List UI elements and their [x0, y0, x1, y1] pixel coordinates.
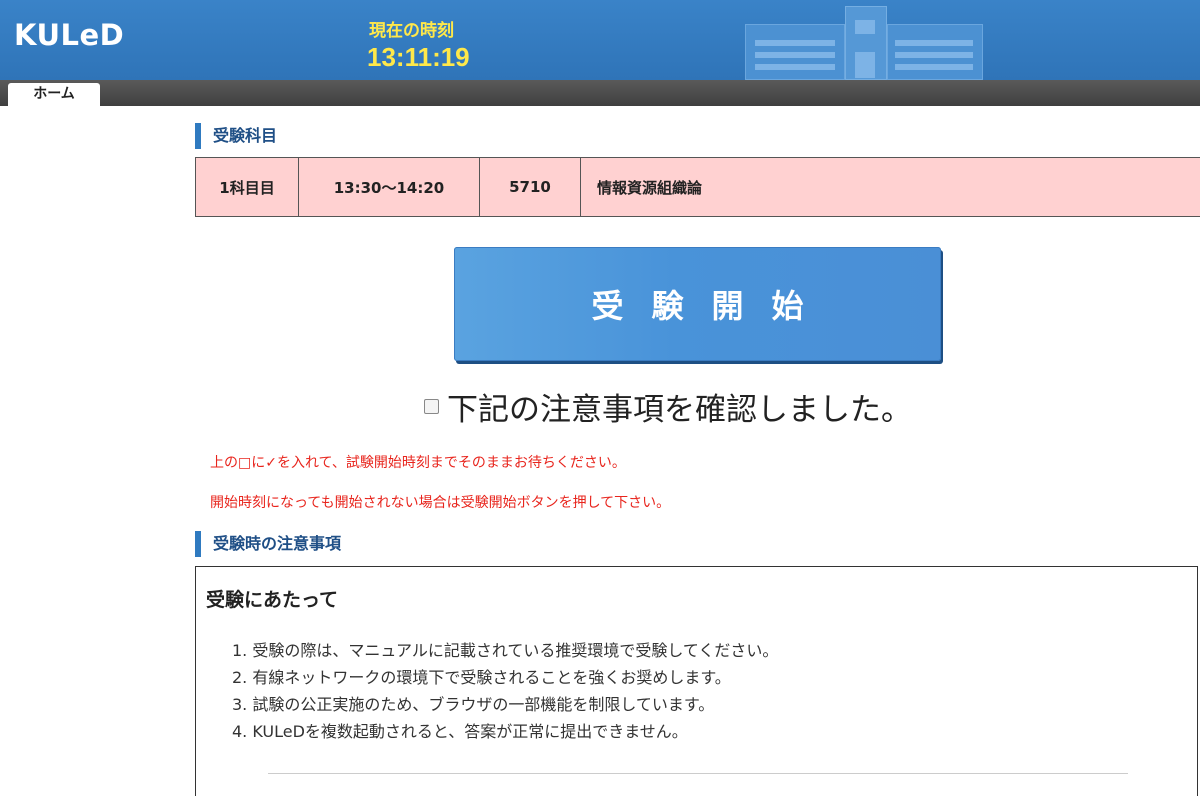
subject-time-cell: 13:30〜14:20 [299, 158, 480, 217]
instruction-note: 上の□に✓を入れて、試験開始時刻までそのままお待ちください。 [210, 452, 626, 472]
tab-home[interactable]: ホーム [8, 83, 100, 106]
confirm-checkbox[interactable] [424, 399, 439, 414]
subject-period-cell: 1科目目 [196, 158, 299, 217]
precautions-title: 受験にあたって [206, 585, 338, 612]
clock-label: 現在の時刻 [369, 16, 454, 41]
precautions-box: 受験にあたって 1. 受験の際は、マニュアルに記載されている推奨環境で受験してく… [195, 566, 1198, 796]
subject-heading: 受験科目 [195, 123, 277, 149]
start-exam-button[interactable]: 受験開始 [454, 247, 941, 361]
precautions-list: 1. 受験の際は、マニュアルに記載されている推奨環境で受験してください。 2. … [232, 637, 778, 745]
list-item: 3. 試験の公正実施のため、ブラウザの一部機能を制限しています。 [232, 691, 778, 718]
app-header: KULeD 現在の時刻 13:11:19 [0, 0, 1200, 80]
confirm-checkbox-row[interactable]: 下記の注意事項を確認しました。 [424, 384, 912, 428]
tab-bar: ホーム [0, 80, 1200, 106]
subject-table: 1科目目 13:30〜14:20 5710 情報資源組織論 [195, 157, 1200, 217]
list-item: 4. KULeDを複数起動されると、答案が正常に提出できません。 [232, 718, 778, 745]
building-illustration [745, 6, 983, 80]
precautions-heading: 受験時の注意事項 [195, 531, 341, 557]
divider [268, 773, 1128, 774]
confirm-label[interactable]: 下記の注意事項を確認しました。 [447, 384, 912, 429]
list-item: 2. 有線ネットワークの環境下で受験されることを強くお奨めします。 [232, 664, 778, 691]
instruction-note: 開始時刻になっても開始されない場合は受験開始ボタンを押して下さい。 [210, 492, 670, 512]
clock-time: 13:11:19 [367, 42, 470, 73]
app-logo[interactable]: KULeD [14, 18, 124, 52]
subject-name-cell: 情報資源組織論 [581, 158, 1200, 217]
subject-code-cell: 5710 [480, 158, 581, 217]
list-item: 1. 受験の際は、マニュアルに記載されている推奨環境で受験してください。 [232, 637, 778, 664]
table-row: 1科目目 13:30〜14:20 5710 情報資源組織論 [196, 158, 1200, 217]
